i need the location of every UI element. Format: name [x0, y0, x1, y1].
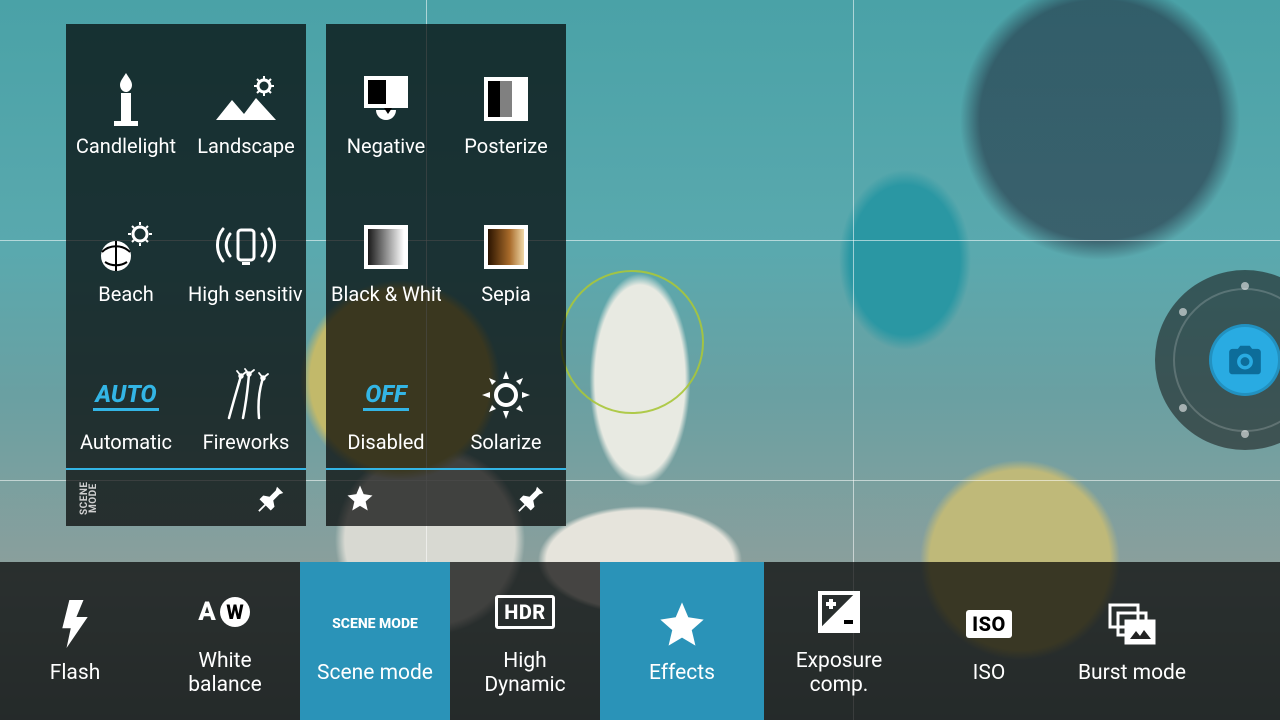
tool-hdr[interactable]: HDR High Dynamic	[450, 562, 600, 720]
pin-icon[interactable]	[252, 478, 292, 518]
tool-label: ISO	[973, 661, 1006, 685]
tool-label: Exposure comp.	[796, 649, 883, 697]
effect-sepia[interactable]: Sepia	[446, 172, 566, 320]
shutter-dial[interactable]	[1155, 270, 1280, 450]
sepia-icon	[446, 212, 566, 282]
tool-burst[interactable]: Burst mode	[1064, 562, 1200, 720]
tool-label: Effects	[649, 661, 715, 685]
tool-label: Burst mode	[1078, 661, 1186, 685]
flash-icon	[58, 597, 92, 651]
scene-label: High sensitivity	[188, 282, 304, 306]
effect-label: Posterize	[464, 134, 547, 158]
effect-posterize[interactable]: Posterize	[446, 24, 566, 172]
tool-label: Flash	[50, 661, 101, 685]
scene-label: Beach	[98, 282, 153, 306]
effect-label: Black & White	[331, 282, 441, 306]
scene-label: Candlelight	[76, 134, 176, 158]
burst-icon	[1107, 597, 1157, 651]
tool-label: White balance	[188, 649, 261, 697]
tool-label: Scene mode	[317, 661, 433, 685]
scene-mode-icon: SCENE MODE	[332, 597, 418, 651]
effect-label: Disabled	[347, 430, 424, 454]
effect-solarize[interactable]: Solarize	[446, 320, 566, 468]
tool-exposure[interactable]: Exposure comp.	[764, 562, 914, 720]
effect-disabled[interactable]: OFF Disabled	[326, 320, 446, 468]
black-white-icon	[326, 212, 446, 282]
scene-mode-tag: SCENE MODE	[80, 470, 98, 526]
pin-icon[interactable]	[512, 478, 552, 518]
tool-scene-mode[interactable]: SCENE MODE Scene mode	[300, 562, 450, 720]
focus-indicator	[560, 270, 704, 414]
effect-label: Sepia	[481, 282, 530, 306]
tool-label: High Dynamic	[484, 649, 565, 697]
effect-label: Solarize	[470, 430, 541, 454]
iso-icon: ISO	[966, 597, 1012, 651]
scene-label: Automatic	[80, 430, 172, 454]
hdr-icon: HDR	[495, 585, 555, 639]
negative-icon	[326, 64, 446, 134]
scene-automatic[interactable]: AUTO Automatic	[66, 320, 186, 468]
effects-icon	[656, 597, 708, 651]
effect-black-white[interactable]: Black & White	[326, 172, 446, 320]
scene-candlelight[interactable]: Candlelight	[66, 24, 186, 172]
off-icon: OFF	[326, 360, 446, 430]
shutter-button[interactable]	[1209, 324, 1280, 396]
high-sensitivity-icon	[186, 212, 306, 282]
effect-label: Negative	[347, 134, 426, 158]
scene-label: Fireworks	[203, 430, 290, 454]
posterize-icon	[446, 64, 566, 134]
scene-label: Landscape	[197, 134, 294, 158]
tool-iso[interactable]: ISO ISO	[914, 562, 1064, 720]
scene-beach[interactable]: Beach	[66, 172, 186, 320]
landscape-icon	[186, 64, 306, 134]
svg-text:W: W	[226, 600, 244, 624]
tool-flash[interactable]: Flash	[0, 562, 150, 720]
candle-icon	[66, 64, 186, 134]
effect-negative[interactable]: Negative	[326, 24, 446, 172]
exposure-icon	[817, 585, 861, 639]
beach-icon	[66, 212, 186, 282]
mode-toolbar: Flash A W White balance SCENE MODE Scene…	[0, 562, 1280, 720]
tool-white-balance[interactable]: A W White balance	[150, 562, 300, 720]
star-icon[interactable]	[340, 478, 380, 518]
scene-high-sensitivity[interactable]: High sensitivity	[186, 172, 306, 320]
auto-icon: AUTO	[66, 360, 186, 430]
tool-effects[interactable]: Effects	[600, 562, 764, 720]
scene-fireworks[interactable]: Fireworks	[186, 320, 306, 468]
camera-icon	[1226, 341, 1264, 379]
scene-landscape[interactable]: Landscape	[186, 24, 306, 172]
effects-panel: Negative Posterize Black & White Sepia O…	[326, 24, 566, 526]
solarize-icon	[446, 360, 566, 430]
white-balance-icon: A W	[198, 585, 252, 639]
fireworks-icon	[186, 360, 306, 430]
scene-mode-panel: Candlelight Landscape Beach High sensiti…	[66, 24, 306, 526]
